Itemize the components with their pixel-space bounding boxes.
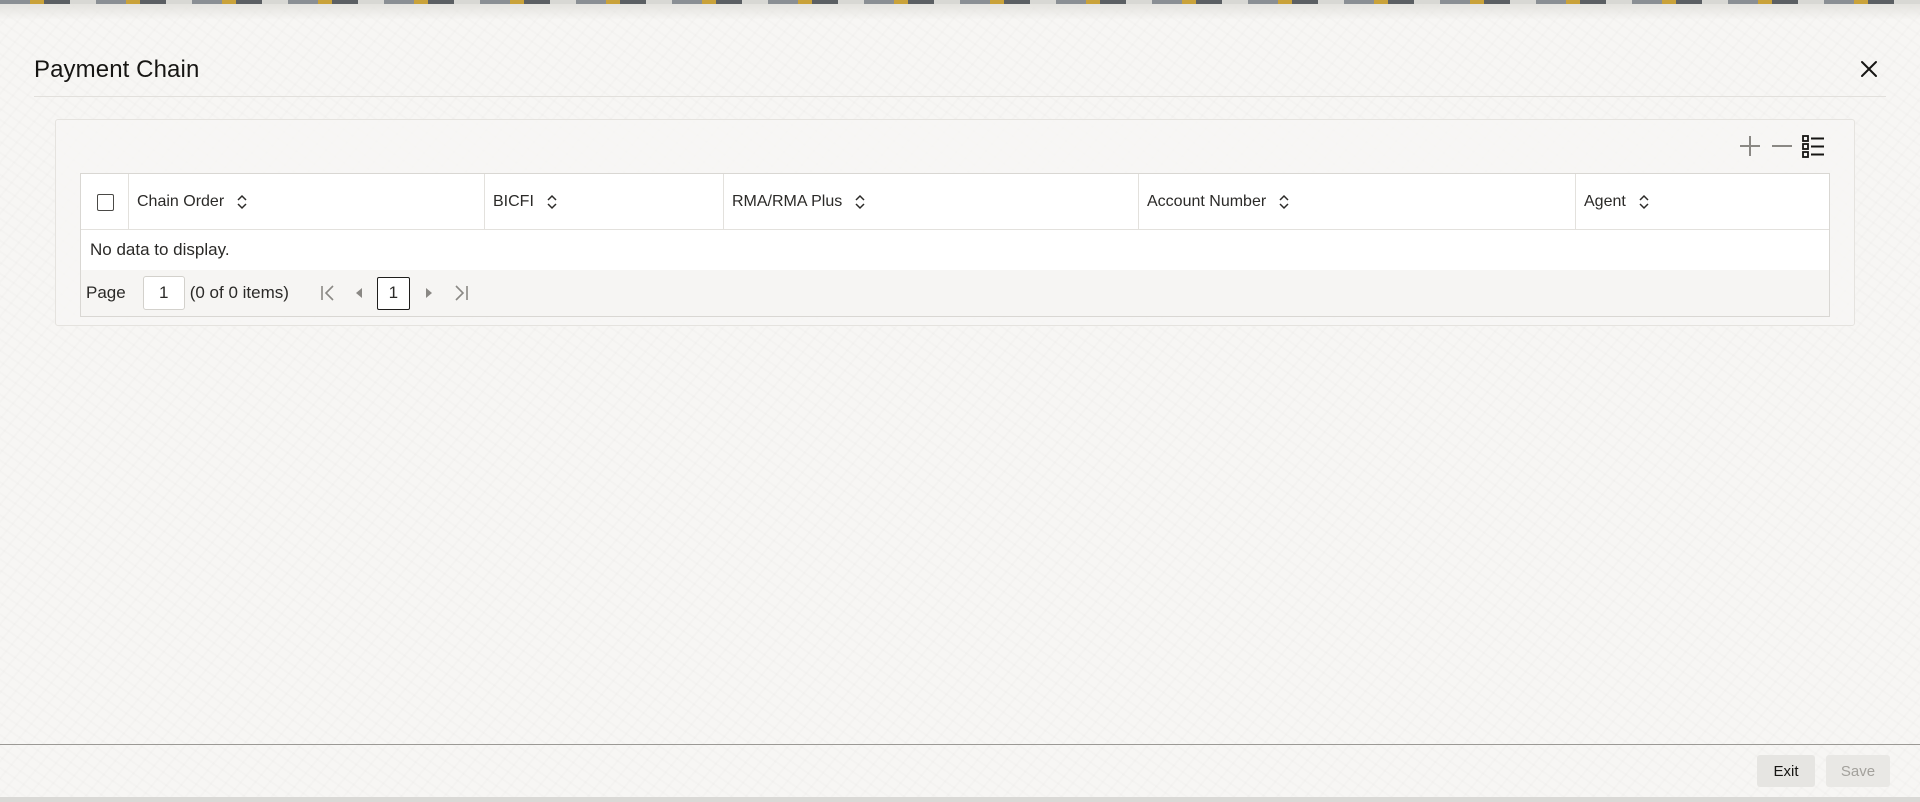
first-page-icon[interactable] bbox=[317, 282, 339, 304]
item-count: (0 of 0 items) bbox=[189, 283, 289, 302]
page-label: Page bbox=[86, 283, 126, 302]
bottom-edge bbox=[0, 797, 1920, 802]
dialog-title: Payment Chain bbox=[34, 56, 200, 83]
column-label: RMA/RMA Plus bbox=[732, 193, 843, 210]
exit-button[interactable]: Exit bbox=[1757, 755, 1815, 787]
column-list-button[interactable] bbox=[1799, 132, 1827, 160]
column-label: Agent bbox=[1584, 193, 1626, 210]
current-page-button[interactable]: 1 bbox=[376, 276, 410, 310]
column-header-account-number[interactable]: Account Number bbox=[1139, 174, 1576, 230]
sort-icon[interactable] bbox=[854, 194, 866, 210]
column-header-bicfi[interactable]: BICFI bbox=[485, 174, 724, 230]
add-row-icon bbox=[1740, 136, 1760, 156]
next-page-icon[interactable] bbox=[418, 282, 440, 304]
sort-icon[interactable] bbox=[546, 194, 558, 210]
column-label: Account Number bbox=[1147, 193, 1267, 210]
title-divider bbox=[34, 96, 1886, 97]
payment-chain-dialog: Payment Chain Chain Order BICFI RMA/RMA … bbox=[0, 0, 1920, 802]
pagination-bar: Page (0 of 0 items) 1 bbox=[81, 270, 1829, 316]
column-header-rma-rma-plus[interactable]: RMA/RMA Plus bbox=[724, 174, 1139, 230]
close-icon bbox=[1861, 61, 1877, 77]
column-header-chain-order[interactable]: Chain Order bbox=[129, 174, 485, 230]
sort-icon[interactable] bbox=[236, 194, 248, 210]
column-label: Chain Order bbox=[137, 193, 225, 210]
select-all-checkbox[interactable] bbox=[97, 194, 114, 211]
page-number-input[interactable] bbox=[142, 276, 185, 310]
remove-row-icon bbox=[1772, 145, 1792, 147]
previous-page-icon[interactable] bbox=[348, 282, 370, 304]
close-button[interactable] bbox=[1857, 57, 1881, 81]
save-button[interactable]: Save bbox=[1826, 755, 1890, 787]
last-page-icon[interactable] bbox=[450, 282, 472, 304]
add-row-button[interactable] bbox=[1736, 132, 1764, 160]
empty-message: No data to display. bbox=[81, 230, 1829, 270]
remove-row-button[interactable] bbox=[1768, 132, 1796, 160]
column-label: BICFI bbox=[493, 193, 534, 210]
column-header-agent[interactable]: Agent bbox=[1576, 174, 1829, 230]
sort-icon[interactable] bbox=[1278, 194, 1290, 210]
select-column bbox=[81, 174, 129, 230]
table-header: Chain Order BICFI RMA/RMA Plus Account N… bbox=[81, 174, 1829, 230]
footer-divider bbox=[0, 744, 1920, 745]
column-list-icon bbox=[1802, 135, 1824, 158]
sort-icon[interactable] bbox=[1638, 194, 1650, 210]
payment-chain-table: Chain Order BICFI RMA/RMA Plus Account N… bbox=[80, 173, 1830, 317]
header-fade bbox=[0, 4, 1920, 20]
